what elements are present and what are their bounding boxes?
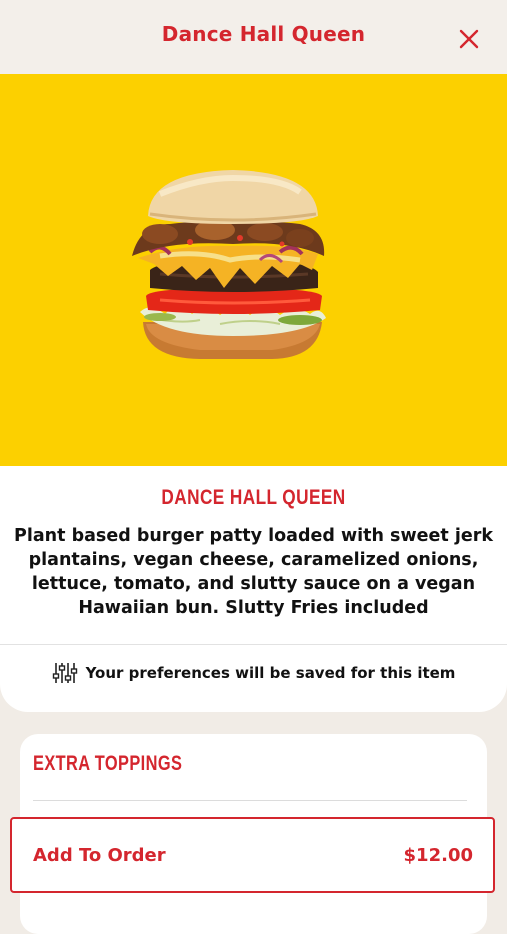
- modal-header: Dance Hall Queen: [0, 0, 507, 74]
- sliders-icon: [52, 663, 77, 683]
- add-to-order-button[interactable]: Add To Order $12.00: [10, 817, 495, 893]
- toppings-divider: [33, 800, 467, 801]
- item-description: Plant based burger patty loaded with swe…: [14, 526, 493, 618]
- burger-photo: [132, 170, 326, 359]
- close-icon: [459, 29, 479, 49]
- hero-image: [0, 74, 507, 466]
- divider: [0, 644, 507, 645]
- item-details: DANCE HALL QUEEN Plant based burger patt…: [0, 466, 507, 712]
- preferences-note: Your preferences will be saved for this …: [0, 658, 507, 688]
- preferences-text: Your preferences will be saved for this …: [85, 664, 456, 682]
- modal-title: Dance Hall Queen: [161, 22, 366, 46]
- close-button[interactable]: [454, 24, 484, 54]
- order-price: $12.00: [403, 845, 473, 866]
- extra-toppings-title: EXTRA TOPPINGS: [33, 752, 183, 775]
- add-to-order-label: Add To Order: [33, 845, 166, 866]
- item-title: DANCE HALL QUEEN: [161, 486, 346, 509]
